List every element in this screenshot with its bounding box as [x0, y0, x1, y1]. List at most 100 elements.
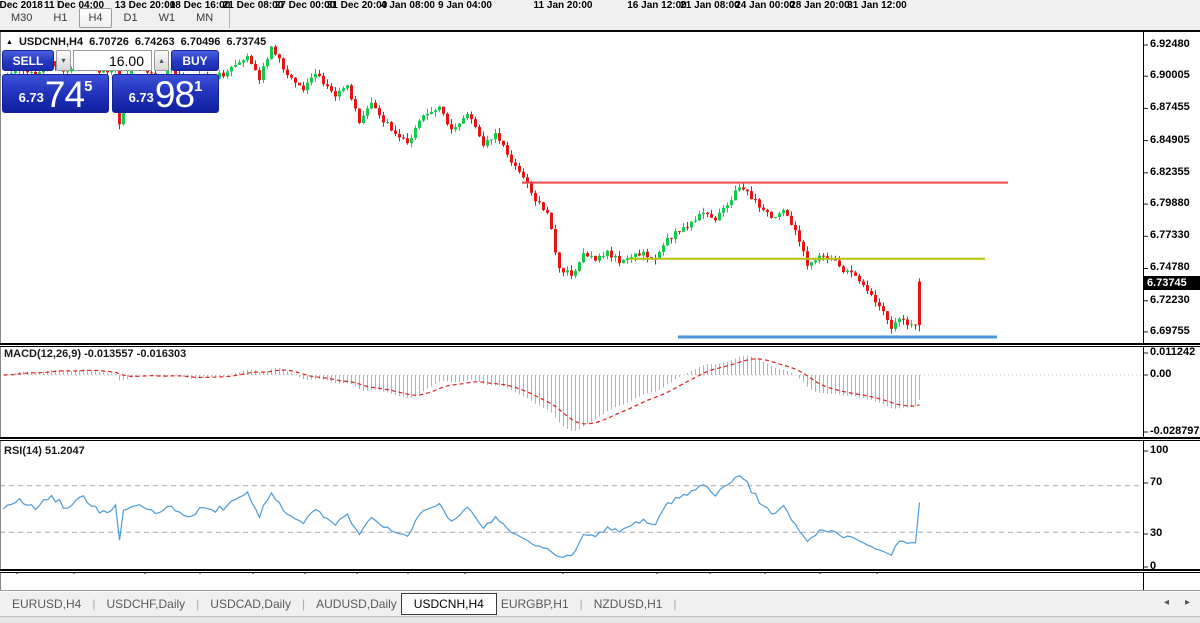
volume-increase-button[interactable]: ▴: [154, 50, 169, 71]
candle-body[interactable]: [262, 66, 265, 80]
candle-body[interactable]: [706, 213, 709, 214]
candle-body[interactable]: [522, 172, 525, 178]
candle-body[interactable]: [502, 141, 505, 146]
candle-body[interactable]: [446, 114, 449, 125]
candle-body[interactable]: [402, 138, 405, 139]
candle-body[interactable]: [566, 270, 569, 272]
candle-body[interactable]: [378, 108, 381, 115]
candle-body[interactable]: [558, 253, 561, 269]
candle-body[interactable]: [266, 59, 269, 66]
candle-body[interactable]: [746, 190, 749, 192]
sell-button[interactable]: SELL: [2, 50, 54, 71]
candle-body[interactable]: [454, 127, 457, 129]
candle-body[interactable]: [742, 187, 745, 189]
candle-body[interactable]: [354, 99, 357, 108]
candle-body[interactable]: [410, 138, 413, 143]
candle-body[interactable]: [326, 84, 329, 86]
candle-body[interactable]: [602, 256, 605, 257]
candle-body[interactable]: [562, 268, 565, 272]
candle-body[interactable]: [670, 238, 673, 239]
candle-body[interactable]: [586, 253, 589, 256]
candle-body[interactable]: [442, 107, 445, 114]
candle-body[interactable]: [450, 124, 453, 129]
candle-body[interactable]: [626, 258, 629, 260]
candle-body[interactable]: [290, 75, 293, 78]
candle-body[interactable]: [726, 205, 729, 208]
pane-separator-main-macd[interactable]: [0, 343, 1200, 347]
tab-eurusd[interactable]: EURUSD,H4: [8, 595, 85, 613]
candle-body[interactable]: [894, 322, 897, 329]
tab-usdcad[interactable]: USDCAD,Daily: [206, 595, 295, 613]
candle-body[interactable]: [758, 199, 761, 207]
candle-body[interactable]: [686, 227, 689, 228]
candle-body[interactable]: [774, 217, 777, 218]
candle-body[interactable]: [314, 74, 317, 78]
candle-body[interactable]: [346, 85, 349, 88]
candle-body[interactable]: [238, 62, 241, 65]
candle-body[interactable]: [698, 214, 701, 220]
candle-body[interactable]: [902, 319, 905, 320]
candle-body[interactable]: [842, 266, 845, 272]
buy-button[interactable]: BUY: [171, 50, 219, 71]
candle-body[interactable]: [222, 73, 225, 77]
candle-body[interactable]: [606, 251, 609, 256]
candle-body[interactable]: [302, 85, 305, 90]
candle-body[interactable]: [374, 103, 377, 109]
candle-body[interactable]: [398, 134, 401, 138]
candle-body[interactable]: [906, 320, 909, 326]
candle-body[interactable]: [766, 210, 769, 212]
tab-usdcnh[interactable]: USDCNH,H4: [401, 593, 497, 615]
candle-body[interactable]: [530, 183, 533, 193]
candle-body[interactable]: [734, 190, 737, 200]
tab-eurgbp[interactable]: EURGBP,H1: [497, 595, 573, 613]
candle-body[interactable]: [254, 64, 257, 70]
candle-body[interactable]: [286, 70, 289, 76]
candle-body[interactable]: [770, 212, 773, 218]
candle-body[interactable]: [330, 86, 333, 91]
candle-body[interactable]: [506, 145, 509, 154]
candle-body[interactable]: [722, 208, 725, 213]
candle-body[interactable]: [418, 121, 421, 128]
candle-body[interactable]: [854, 272, 857, 275]
candle-body[interactable]: [494, 133, 497, 139]
candle-body[interactable]: [874, 295, 877, 303]
candle-body[interactable]: [358, 109, 361, 124]
candle-body[interactable]: [822, 256, 825, 257]
sell-price-box[interactable]: 6.73 74 5: [2, 74, 109, 113]
candle-body[interactable]: [390, 122, 393, 130]
candle-body[interactable]: [550, 213, 553, 229]
candle-body[interactable]: [278, 54, 281, 58]
candle-body[interactable]: [342, 88, 345, 90]
candle-body[interactable]: [762, 208, 765, 210]
candle-body[interactable]: [478, 127, 481, 136]
candle-body[interactable]: [598, 256, 601, 261]
candle-body[interactable]: [234, 65, 237, 67]
candle-body[interactable]: [318, 74, 321, 76]
candle-body[interactable]: [694, 220, 697, 221]
candle-body[interactable]: [574, 271, 577, 276]
candle-body[interactable]: [490, 139, 493, 140]
candle-body[interactable]: [814, 261, 817, 263]
candle-body[interactable]: [690, 222, 693, 228]
candle-body[interactable]: [246, 56, 249, 60]
candle-body[interactable]: [338, 91, 341, 97]
tab-audusd[interactable]: AUDUSD,Daily: [312, 595, 401, 613]
candle-body[interactable]: [718, 213, 721, 221]
candle-body[interactable]: [646, 252, 649, 257]
candle-body[interactable]: [882, 306, 885, 311]
candle-body[interactable]: [462, 118, 465, 124]
candle-body[interactable]: [838, 261, 841, 267]
candle-body[interactable]: [778, 213, 781, 217]
candle-body[interactable]: [878, 302, 881, 306]
tab-usdchf[interactable]: USDCHF,Daily: [102, 595, 189, 613]
candle-body[interactable]: [910, 325, 913, 326]
candle-body[interactable]: [382, 115, 385, 122]
candle-body[interactable]: [470, 114, 473, 119]
candle-body[interactable]: [714, 218, 717, 221]
candle-body[interactable]: [850, 271, 853, 273]
volume-decrease-button[interactable]: ▾: [56, 50, 71, 71]
candle-body[interactable]: [422, 116, 425, 121]
candle-body[interactable]: [594, 256, 597, 261]
candle-body[interactable]: [890, 320, 893, 329]
candle-body[interactable]: [270, 47, 273, 60]
